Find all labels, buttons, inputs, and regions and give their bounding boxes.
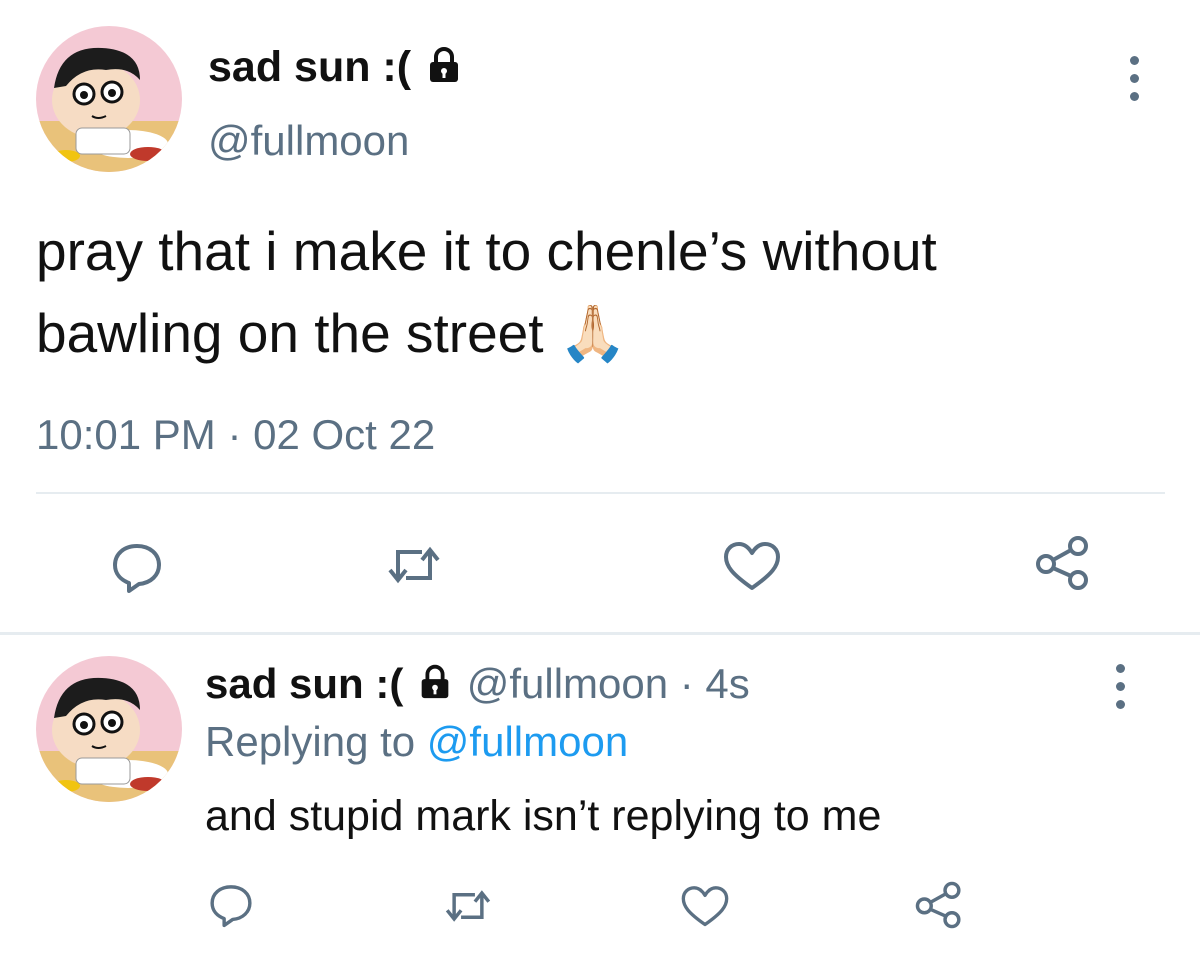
lock-icon bbox=[423, 43, 465, 96]
share-button[interactable] bbox=[1034, 534, 1092, 592]
display-name[interactable]: sad sun :( bbox=[208, 42, 465, 96]
reply-button[interactable] bbox=[109, 538, 165, 594]
heart-icon bbox=[681, 886, 729, 927]
divider bbox=[36, 492, 1165, 494]
reply-text: and stupid mark isn’t replying to me bbox=[205, 792, 882, 840]
display-name-text: sad sun :( bbox=[208, 43, 412, 91]
reply-age: · 4s bbox=[679, 660, 750, 707]
lock-icon bbox=[415, 661, 455, 713]
more-icon[interactable] bbox=[1116, 664, 1125, 709]
timestamp[interactable]: 10:01 PM · 02 Oct 22 bbox=[36, 410, 435, 460]
retweet-icon bbox=[388, 546, 440, 584]
retweet-button[interactable] bbox=[442, 884, 494, 928]
avatar[interactable] bbox=[36, 26, 182, 172]
tweet-separator bbox=[0, 632, 1200, 635]
heart-icon bbox=[724, 542, 780, 590]
tweet-text: pray that i make it to chenle’s without … bbox=[36, 210, 1176, 374]
retweet-button[interactable] bbox=[384, 540, 444, 590]
reply-icon bbox=[210, 885, 252, 928]
share-icon bbox=[915, 881, 961, 929]
replying-to: Replying to @fullmoon bbox=[205, 716, 628, 768]
reply-handle[interactable]: @fullmoon bbox=[467, 660, 668, 707]
tweet-text-line2-words: bawling on the street bbox=[36, 302, 544, 364]
tweet-text-line1: pray that i make it to chenle’s without bbox=[36, 220, 937, 282]
reply-icon bbox=[113, 544, 161, 593]
reply-display-name[interactable]: sad sun :( bbox=[205, 660, 403, 707]
praying-hands-emoji: 🙏🏻 bbox=[558, 302, 628, 364]
share-icon bbox=[1036, 536, 1088, 590]
reply-avatar[interactable] bbox=[36, 656, 182, 802]
more-icon[interactable] bbox=[1130, 56, 1139, 101]
share-button[interactable] bbox=[914, 880, 964, 930]
replying-to-label: Replying to bbox=[205, 718, 416, 765]
like-button[interactable] bbox=[722, 540, 782, 594]
handle[interactable]: @fullmoon bbox=[208, 116, 409, 166]
replying-to-handle-link[interactable]: @fullmoon bbox=[427, 718, 628, 765]
tweet-text-line2: bawling on the street 🙏🏻 bbox=[36, 292, 1176, 374]
reply-header: sad sun :( @fullmoon · 4s bbox=[205, 658, 750, 713]
reply-button[interactable] bbox=[207, 880, 255, 928]
retweet-icon bbox=[445, 890, 491, 922]
like-button[interactable] bbox=[680, 884, 730, 930]
